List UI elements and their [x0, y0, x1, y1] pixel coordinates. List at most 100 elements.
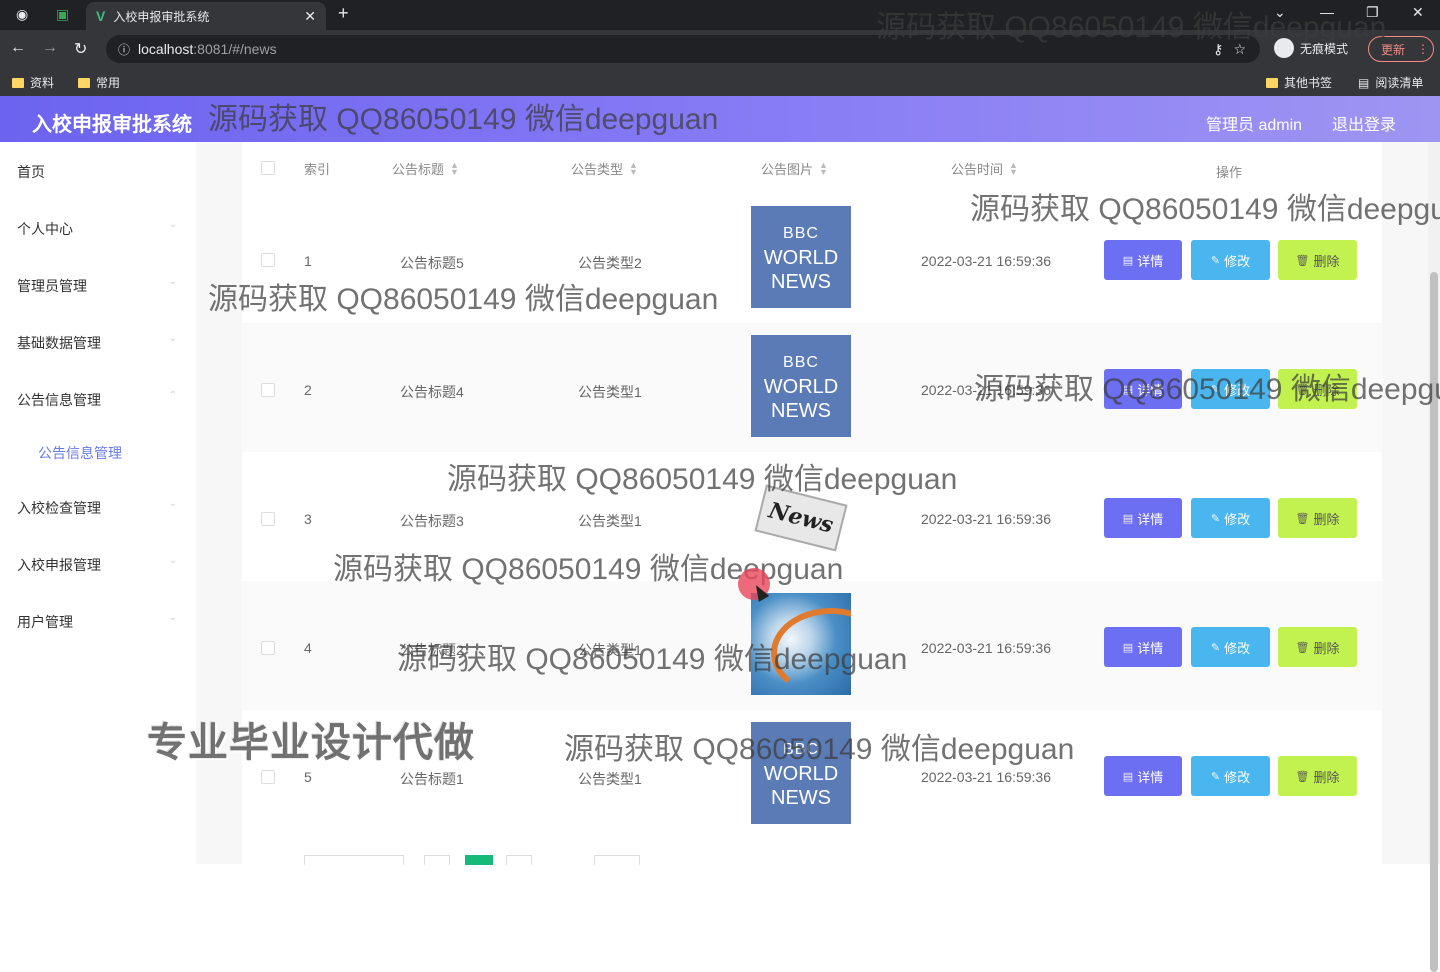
delete-button[interactable]: 🗑 删除: [1278, 756, 1357, 796]
info-icon[interactable]: ⓘ: [118, 41, 130, 58]
key-icon[interactable]: ⚷: [1213, 41, 1223, 58]
reading-list[interactable]: ▤ 阅读清单: [1358, 74, 1423, 91]
delete-button[interactable]: 🗑 删除: [1278, 498, 1357, 538]
sidebar-item-users[interactable]: 用户管理 ⌄: [17, 612, 177, 632]
image-text: NEWS: [771, 271, 831, 293]
row-type: 公告类型1: [578, 642, 642, 658]
sidebar-item-basic-data[interactable]: 基础数据管理 ⌄: [17, 333, 177, 353]
newspaper-icon: News: [754, 484, 848, 552]
bookmark-folder-changyong[interactable]: 常用: [78, 74, 120, 91]
sidebar-item-notices[interactable]: 公告信息管理 ⌃: [17, 390, 177, 410]
edit-button[interactable]: ✎ 修改: [1191, 756, 1270, 796]
row-checkbox[interactable]: [261, 512, 275, 526]
bookmark-folder-ziliao[interactable]: 资料: [12, 74, 54, 91]
sidebar-subitem-notices[interactable]: 公告信息管理: [38, 443, 122, 463]
row-type: 公告类型2: [578, 255, 642, 271]
tab-search-icon[interactable]: ⌄: [1274, 4, 1286, 21]
update-button[interactable]: 更新 ⋮: [1368, 36, 1434, 62]
column-header-title[interactable]: 公告标题 ▲ ▼: [392, 159, 459, 178]
detail-button[interactable]: ▤ 详情: [1104, 498, 1182, 538]
document-icon: ▤: [1122, 512, 1134, 525]
url-path: :8081/#/news: [193, 41, 277, 57]
main-content: 索引 公告标题 ▲ ▼ 公告类型 ▲ ▼ 公告图片 ▲ ▼ 公告时间 ▲ ▼ 操作 1 公告标题…: [196, 142, 1440, 865]
reload-icon[interactable]: ↻: [74, 39, 87, 59]
column-label: 公告时间: [951, 162, 1004, 177]
sort-icon[interactable]: ▲ ▼: [629, 160, 638, 176]
incognito-label: 无痕模式: [1300, 41, 1349, 56]
address-bar[interactable]: ⓘ localhost:8081/#/news ⚷ ☆: [106, 35, 1260, 63]
select-all-checkbox[interactable]: [261, 161, 275, 175]
other-bookmarks[interactable]: 其他书签: [1266, 74, 1332, 91]
notice-image: BBC WORLD NEWS: [751, 206, 851, 308]
row-time: 2022-03-21 16:59:36: [921, 640, 1051, 656]
scrollbar-thumb[interactable]: [1430, 272, 1438, 972]
pagination: [242, 850, 1382, 865]
row-type: 公告类型1: [578, 513, 642, 529]
detail-button[interactable]: ▤ 详情: [1104, 369, 1182, 409]
close-window-icon[interactable]: ✕: [1412, 4, 1424, 21]
table-row: 3 公告标题3 公告类型1 News 2022-03-21 16:59:36 ▤…: [242, 452, 1382, 581]
delete-button[interactable]: 🗑 删除: [1278, 369, 1357, 409]
column-header-index: 索引: [304, 159, 330, 178]
forward-icon[interactable]: →: [42, 39, 58, 57]
delete-label: 删除: [1313, 382, 1340, 398]
star-icon[interactable]: ☆: [1233, 41, 1246, 58]
sidebar-item-label: 基础数据管理: [17, 335, 101, 351]
detail-button[interactable]: ▤ 详情: [1104, 627, 1182, 667]
column-header-time[interactable]: 公告时间 ▲ ▼: [951, 159, 1018, 178]
sheet-icon[interactable]: ▣: [56, 6, 69, 23]
row-time: 2022-03-21 16:59:36: [921, 382, 1051, 398]
chevron-down-icon: ⌄: [168, 498, 177, 509]
row-index: 3: [304, 511, 312, 527]
active-tab[interactable]: V 入校申报审批系统 ✕: [86, 2, 326, 30]
row-checkbox[interactable]: [261, 641, 275, 655]
column-header-image[interactable]: 公告图片 ▲ ▼: [761, 159, 828, 178]
incognito-indicator[interactable]: 无痕模式: [1274, 38, 1348, 58]
browser-tab-strip: ◉ ▣ V 入校申报审批系统 ✕ + ⌄ — ❐ ✕: [0, 0, 1440, 30]
sort-icon[interactable]: ▲ ▼: [819, 160, 828, 176]
sidebar-item-inspection[interactable]: 入校检查管理 ⌄: [17, 498, 177, 518]
chevron-up-icon: ⌃: [168, 390, 177, 401]
row-checkbox[interactable]: [261, 770, 275, 784]
minimize-icon[interactable]: —: [1320, 4, 1334, 20]
image-text: NEWS: [771, 787, 831, 809]
logout-link[interactable]: 退出登录: [1332, 111, 1396, 135]
sort-icon[interactable]: ▲ ▼: [450, 160, 459, 176]
row-time: 2022-03-21 16:59:36: [921, 511, 1051, 527]
notice-image: BBC WORLD NEWS: [751, 335, 851, 437]
tab-title: 入校申报审批系统: [113, 9, 210, 24]
sidebar-item-label: 入校申报管理: [17, 557, 101, 573]
delete-button[interactable]: 🗑 删除: [1278, 627, 1357, 667]
document-icon: ▤: [1122, 383, 1134, 396]
edit-button[interactable]: ✎ 修改: [1191, 498, 1270, 538]
column-header-type[interactable]: 公告类型 ▲ ▼: [571, 159, 638, 178]
edit-button[interactable]: ✎ 修改: [1191, 240, 1270, 280]
back-icon[interactable]: ←: [10, 39, 26, 57]
edit-button[interactable]: ✎ 修改: [1191, 369, 1270, 409]
new-tab-button[interactable]: +: [338, 3, 349, 24]
detail-button[interactable]: ▤ 详情: [1104, 240, 1182, 280]
detail-button[interactable]: ▤ 详情: [1104, 756, 1182, 796]
pencil-icon: ✎: [1210, 512, 1221, 525]
sidebar-item-admins[interactable]: 管理员管理 ⌄: [17, 276, 177, 296]
edit-button[interactable]: ✎ 修改: [1191, 627, 1270, 667]
sidebar-item-home[interactable]: 首页: [17, 162, 177, 182]
toolbar: ← → ↻ ⓘ localhost:8081/#/news ⚷ ☆ 无痕模式 更…: [0, 30, 1440, 68]
sort-icon[interactable]: ▲ ▼: [1009, 160, 1018, 176]
row-time: 2022-03-21 16:59:36: [921, 769, 1051, 785]
detail-label: 详情: [1137, 253, 1164, 269]
bookmark-label: 资料: [30, 76, 55, 90]
globe-icon[interactable]: ◉: [16, 6, 28, 23]
url-host: localhost: [138, 41, 194, 57]
row-checkbox[interactable]: [261, 253, 275, 267]
sidebar-item-declaration[interactable]: 入校申报管理 ⌄: [17, 555, 177, 575]
vertical-scrollbar[interactable]: [1428, 142, 1440, 972]
column-label: 索引: [304, 162, 331, 177]
sidebar-item-personal[interactable]: 个人中心 ⌄: [17, 219, 177, 239]
close-tab-icon[interactable]: ✕: [304, 8, 316, 25]
pencil-icon: ✎: [1210, 770, 1221, 783]
delete-button[interactable]: 🗑 删除: [1278, 240, 1357, 280]
row-checkbox[interactable]: [261, 383, 275, 397]
restore-icon[interactable]: ❐: [1366, 4, 1379, 21]
row-index: 4: [304, 640, 312, 656]
